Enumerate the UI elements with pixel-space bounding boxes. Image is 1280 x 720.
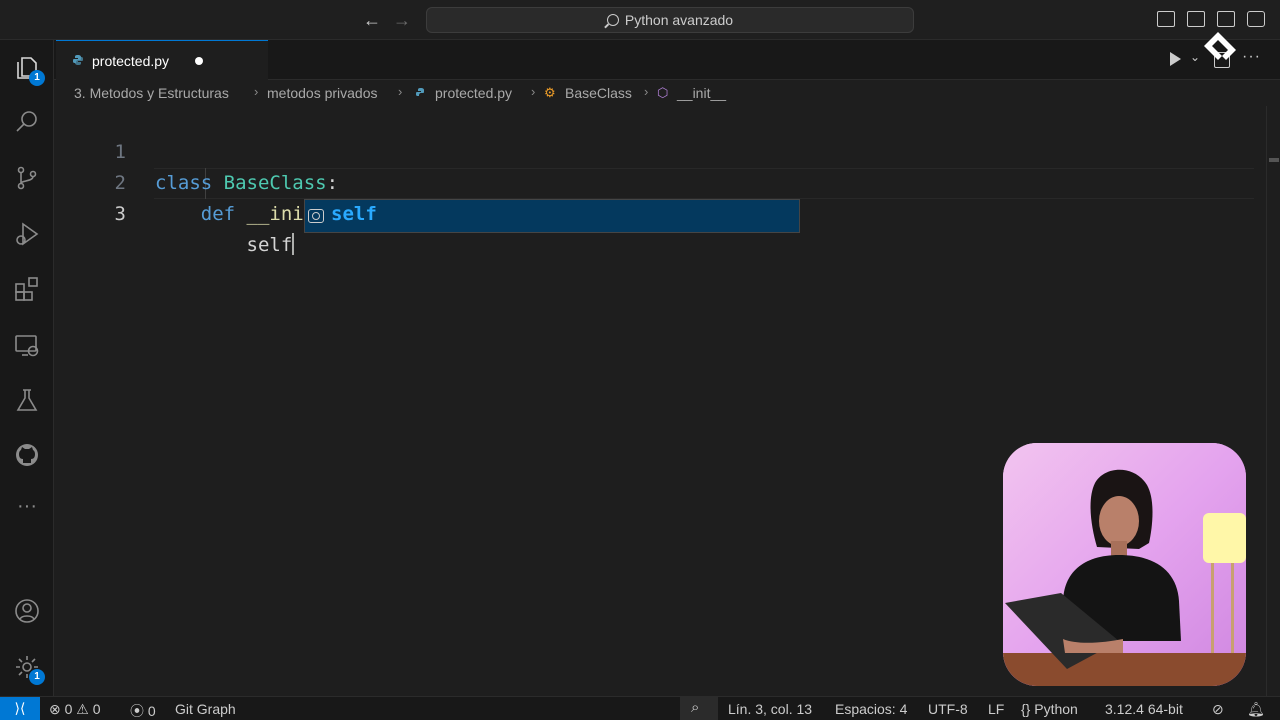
arrow-right-icon[interactable]: →	[392, 10, 412, 30]
python-file-icon	[416, 88, 424, 96]
variable-icon	[308, 209, 324, 223]
accounts-icon[interactable]	[13, 597, 41, 625]
python-file-icon	[73, 55, 83, 65]
extensions-icon[interactable]	[13, 275, 41, 303]
more-icon[interactable]: ···	[13, 496, 41, 524]
explorer-badge: 1	[29, 70, 45, 86]
breadcrumb-item-class[interactable]: BaseClass	[565, 85, 632, 101]
notifications-bell-icon[interactable]: 🔔︎	[1247, 701, 1265, 718]
chevron-right-icon: ›	[644, 84, 649, 99]
language-mode[interactable]: {} Python	[1021, 701, 1078, 717]
suggest-widget: self	[304, 199, 800, 233]
chevron-right-icon: ›	[254, 84, 259, 99]
title-bar: ← → Python avanzado	[0, 0, 1280, 40]
remote-explorer-icon[interactable]	[13, 331, 41, 359]
explorer-icon[interactable]: 1	[13, 54, 45, 86]
breadcrumb-item-folder[interactable]: 3. Metodos y Estructuras	[74, 85, 229, 101]
arrow-left-icon[interactable]: ←	[362, 10, 382, 30]
source-control-icon[interactable]	[13, 164, 41, 192]
webcam-overlay	[1003, 443, 1246, 686]
manage-badge: 1	[29, 669, 45, 685]
code-line-2[interactable]: 2 def __init__(self):	[54, 137, 1266, 225]
encoding-indicator[interactable]: UTF-8	[928, 701, 968, 717]
problems-indicator[interactable]: ⊗ 0 ⚠ 0	[49, 701, 101, 718]
suggest-item[interactable]: self	[305, 200, 799, 232]
run-debug-icon[interactable]	[13, 220, 41, 248]
no-wifi-icon[interactable]: ⊘	[1212, 701, 1224, 718]
line-number: 3	[114, 203, 126, 225]
chevron-right-icon: ›	[398, 84, 403, 99]
tab-label: protected.py	[92, 53, 170, 69]
unsaved-dot-icon[interactable]	[195, 57, 203, 65]
toggle-panel-icon[interactable]	[1187, 11, 1205, 27]
ports-indicator[interactable]: ⦿ 0	[130, 701, 156, 720]
class-symbol-icon: ⚙	[544, 85, 556, 100]
zoom-icon[interactable]: ⌕	[680, 697, 718, 720]
breadcrumb: 3. Metodos y Estructuras › metodos priva…	[54, 80, 1280, 106]
toggle-secondary-sidebar-icon[interactable]	[1217, 11, 1235, 27]
remote-indicator-icon[interactable]: ⟩⟨	[0, 697, 40, 720]
python-interpreter[interactable]: 3.12.4 64-bit	[1105, 701, 1183, 717]
manage-gear-icon[interactable]: 1	[13, 653, 45, 685]
testing-icon[interactable]	[13, 386, 41, 414]
customize-layout-icon[interactable]	[1247, 11, 1265, 27]
chevron-right-icon: ›	[531, 84, 536, 99]
breadcrumb-item-method[interactable]: __init__	[677, 85, 726, 101]
eol-indicator[interactable]: LF	[988, 701, 1004, 717]
indentation-indicator[interactable]: Espacios: 4	[835, 701, 907, 717]
code-line-1[interactable]: 1 class BaseClass:	[54, 106, 1266, 194]
platzi-logo-icon	[1204, 32, 1236, 60]
github-icon[interactable]	[13, 441, 41, 469]
code-line-3[interactable]: 3 self	[54, 168, 1266, 256]
toggle-primary-sidebar-icon[interactable]	[1157, 11, 1175, 27]
breadcrumb-item-subfolder[interactable]: metodos privados	[267, 85, 378, 101]
method-symbol-icon: ⬡	[657, 85, 669, 100]
tab-protected-py[interactable]: protected.py	[56, 40, 268, 80]
scrollbar-thumb[interactable]	[1269, 158, 1279, 162]
status-bar: ⟩⟨ ⊗ 0 ⚠ 0 ⦿ 0 Git Graph ⌕ Lín. 3, col. …	[0, 696, 1280, 720]
presenter-video-image	[1003, 443, 1246, 686]
activity-bar: 1 ··· 1	[0, 40, 54, 696]
cursor-position[interactable]: Lín. 3, col. 13	[728, 701, 812, 717]
git-graph-button[interactable]: Git Graph	[175, 701, 236, 717]
editor-tabs-bar: protected.py ⌄ ···	[54, 32, 1280, 80]
run-python-file-icon[interactable]	[1170, 52, 1181, 66]
editor-scrollbar[interactable]	[1266, 106, 1280, 696]
more-actions-icon[interactable]: ···	[1242, 48, 1261, 66]
suggest-item-label: self	[331, 203, 377, 225]
text-cursor	[292, 233, 295, 255]
breadcrumb-item-file[interactable]: protected.py	[435, 85, 512, 101]
search-icon[interactable]	[13, 108, 41, 136]
search-icon	[606, 14, 619, 26]
code-content: self	[246, 233, 295, 256]
command-center-label: Python avanzado	[624, 12, 734, 28]
command-center-search[interactable]: Python avanzado	[426, 7, 914, 33]
